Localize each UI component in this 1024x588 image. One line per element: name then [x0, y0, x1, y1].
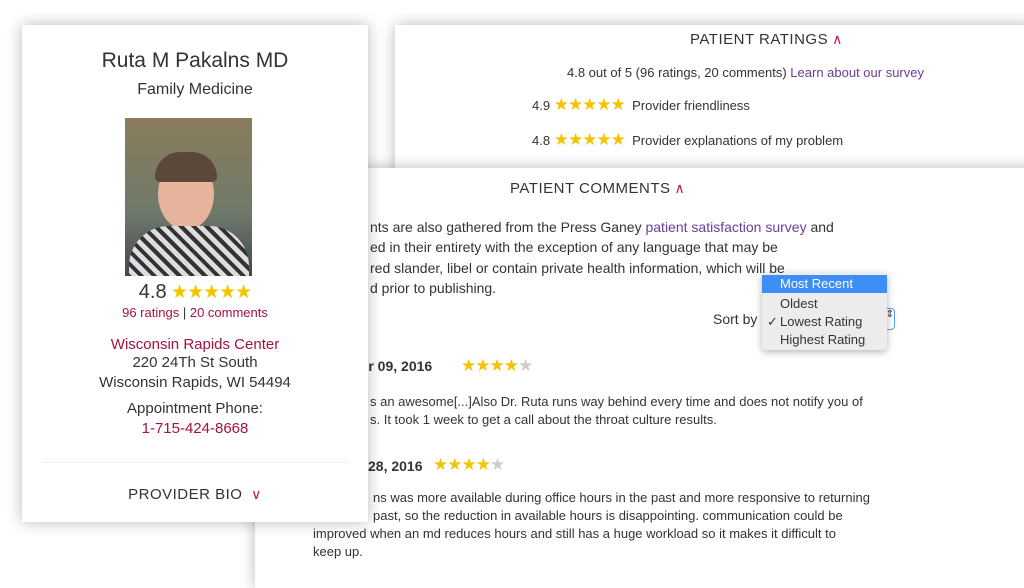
address-line: Wisconsin Rapids, WI 54494 [99, 374, 291, 391]
comment-line: s. It took 1 week to get a call about th… [370, 412, 717, 427]
chevron-up-icon[interactable]: ∧ [832, 31, 843, 48]
intro-line: d prior to publishing. [370, 280, 497, 296]
comment-date: 28, 2016 [368, 458, 423, 474]
star-icons: ★★★★ [433, 455, 491, 474]
empty-star-icon: ★ [517, 356, 533, 375]
comment-stars: ★★★★★ [433, 455, 505, 475]
patient-comments-header[interactable]: PATIENT COMMENTS ∧ [510, 180, 685, 197]
summary-text: 4.8 out of 5 (96 ratings, 20 comments) [567, 65, 787, 80]
phone-label: Appointment Phone: [127, 400, 263, 417]
intro-text: nts are also gathered from the Press Gan… [370, 219, 646, 235]
rating-row: 4.9 ★★★★★ Provider friendliness [532, 95, 750, 115]
checkmark-icon: ✓ [767, 314, 778, 329]
address-line: 220 24Th St South [132, 354, 258, 371]
sort-option-highest-rating[interactable]: Highest Rating [762, 331, 887, 349]
comment-line: s an awesome[...]Also Dr. Ruta runs way … [370, 394, 863, 409]
rating-score: 4.8 [532, 133, 551, 148]
learn-survey-link[interactable]: Learn about our survey [790, 65, 924, 80]
provider-name: Ruta M Pakalns MD [101, 49, 289, 72]
empty-star-icon: ★ [489, 455, 505, 474]
divider [42, 462, 348, 463]
comment-line: ns was more available during office hour… [373, 490, 870, 505]
option-label: Lowest Rating [780, 314, 863, 329]
sort-label: Sort by [713, 311, 758, 327]
comment-line: improved when an md reduces hours and st… [313, 526, 836, 541]
survey-link[interactable]: patient satisfaction survey [645, 219, 806, 235]
patient-comments-panel: PATIENT COMMENTS ∧ nts are also gathered … [255, 168, 1024, 588]
location-link[interactable]: Wisconsin Rapids Center [22, 336, 368, 353]
patient-comments-title: PATIENT COMMENTS [510, 180, 671, 197]
chevron-up-icon[interactable]: ∧ [675, 180, 686, 197]
ratings-summary: 4.8 out of 5 (96 ratings, 20 comments) L… [567, 65, 924, 80]
provider-specialty: Family Medicine [137, 81, 253, 98]
intro-line: red slander, libel or contain private he… [370, 260, 785, 276]
star-icons: ★★★★★ [553, 130, 626, 149]
bio-label: PROVIDER BIO [128, 486, 243, 503]
separator: | [182, 305, 187, 320]
intro-text: and [806, 219, 834, 235]
rating-score: 4.9 [532, 98, 551, 113]
provider-photo [125, 118, 252, 276]
patient-ratings-header[interactable]: PATIENT RATINGS ∧ [690, 31, 843, 48]
sort-dropdown-menu: Most Recent Oldest ✓ Lowest Rating Highes… [762, 273, 887, 350]
patient-ratings-title: PATIENT RATINGS [690, 31, 829, 48]
sort-option-most-recent[interactable]: Most Recent [762, 275, 887, 293]
star-icons: ★★★★★ [553, 95, 626, 114]
rating-label: Provider explanations of my problem [632, 133, 844, 148]
star-icons: ★★★★★ [171, 282, 252, 303]
ratings-link[interactable]: 96 ratings [122, 305, 179, 320]
comment-stars: ★★★★★ [461, 356, 533, 376]
comment-line: past, so the reduction in available hour… [373, 508, 843, 523]
rating-row: 4.8 ★★★★★ Provider explanations of my pr… [532, 130, 843, 150]
rating-value: 4.8 [138, 281, 167, 303]
comment-line: keep up. [313, 544, 363, 559]
intro-line: nts are also gathered from the Press Gan… [370, 219, 834, 235]
provider-card: Ruta M Pakalns MD Family Medicine 4.8 ★★… [22, 25, 368, 522]
intro-line: ed in their entirety with the exception … [370, 239, 778, 255]
chevron-down-icon: ∨ [251, 486, 262, 502]
sort-option-oldest[interactable]: Oldest [762, 295, 887, 313]
provider-bio-toggle[interactable]: PROVIDER BIO ∨ [22, 486, 368, 503]
phone-link[interactable]: 1-715-424-8668 [22, 420, 368, 437]
provider-rating: 4.8 ★★★★★ [22, 281, 368, 304]
rating-links: 96 ratings | 20 comments [22, 305, 368, 320]
star-icons: ★★★★ [461, 356, 519, 375]
sort-option-lowest-rating[interactable]: ✓ Lowest Rating [762, 313, 887, 331]
rating-label: Provider friendliness [632, 98, 750, 113]
comments-link[interactable]: 20 comments [190, 305, 268, 320]
patient-ratings-panel: PATIENT RATINGS ∧ 4.8 out of 5 (96 rating… [395, 25, 1024, 175]
